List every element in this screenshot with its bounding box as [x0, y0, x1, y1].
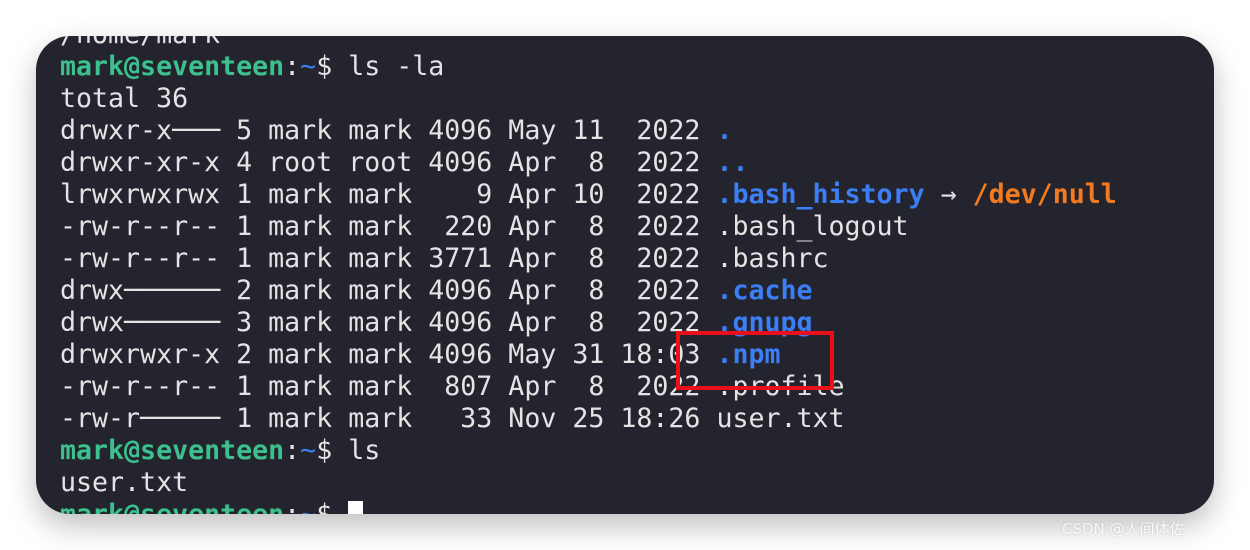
terminal-window[interactable]: /home/markmark@seventeen:~$ ls -latotal … — [36, 36, 1214, 514]
directory-name: .. — [716, 147, 749, 178]
terminal-text: user.txt — [60, 467, 189, 498]
watermark: CSDN @人间体佐 — [1062, 520, 1185, 538]
terminal-text: : — [284, 51, 301, 82]
directory-name: .cache — [716, 275, 813, 306]
terminal-output: /home/markmark@seventeen:~$ ls -latotal … — [60, 36, 1117, 514]
terminal-line: -rw-r───── 1 mark mark 33 Nov 25 18:26 u… — [60, 403, 1117, 435]
terminal-text: $ — [316, 499, 348, 514]
terminal-line: mark@seventeen:~$ ls — [60, 435, 1117, 467]
terminal-line: drwxr-x─── 5 mark mark 4096 May 11 2022 … — [60, 115, 1117, 147]
highlight-box — [676, 331, 834, 390]
directory-name: .bash_history — [716, 179, 925, 210]
terminal-line: lrwxrwxrwx 1 mark mark 9 Apr 10 2022 .ba… — [60, 179, 1117, 211]
terminal-text: ~ — [300, 435, 317, 466]
terminal-text: : — [284, 499, 300, 514]
terminal-line: drwx────── 2 mark mark 4096 Apr 8 2022 .… — [60, 275, 1117, 307]
terminal-text: drwx────── 2 mark mark 4096 Apr 8 2022 — [60, 275, 717, 306]
terminal-line: /home/mark — [60, 36, 1117, 51]
terminal-text: : — [284, 435, 301, 466]
terminal-text: -rw-r--r-- 1 mark mark 3771 Apr 8 2022 .… — [60, 243, 829, 274]
terminal-text: $ ls -la — [316, 51, 445, 82]
prompt-user-host: mark@seventeen — [60, 435, 285, 466]
terminal-text: drwx────── 3 mark mark 4096 Apr 8 2022 — [60, 307, 717, 338]
directory-name: . — [716, 115, 733, 146]
terminal-text: ~ — [300, 51, 317, 82]
terminal-text: total 36 — [60, 83, 189, 114]
terminal-text: $ ls — [316, 435, 381, 466]
terminal-line: drwxr-xr-x 4 root root 4096 Apr 8 2022 .… — [60, 147, 1117, 179]
terminal-text: drwxrwxr-x 2 mark mark 4096 May 31 18:03 — [60, 339, 717, 370]
terminal-line: user.txt — [60, 467, 1117, 499]
cursor — [348, 501, 364, 514]
terminal-line: -rw-r--r-- 1 mark mark 3771 Apr 8 2022 .… — [60, 243, 1117, 275]
terminal-text: drwxr-x─── 5 mark mark 4096 May 11 2022 — [60, 115, 717, 146]
terminal-text: drwxr-xr-x 4 root root 4096 Apr 8 2022 — [60, 147, 717, 178]
terminal-text: ~ — [300, 499, 316, 514]
prompt-user-host: mark@seventeen — [60, 51, 285, 82]
terminal-line: drwx────── 3 mark mark 4096 Apr 8 2022 .… — [60, 307, 1117, 339]
terminal-line: -rw-r--r-- 1 mark mark 220 Apr 8 2022 .b… — [60, 211, 1117, 243]
terminal-text: -rw-r───── 1 mark mark 33 Nov 25 18:26 u… — [60, 403, 845, 434]
symlink-target: /dev/null — [972, 179, 1117, 210]
terminal-text: /home/mark — [60, 36, 220, 50]
terminal-line: drwxrwxr-x 2 mark mark 4096 May 31 18:03… — [60, 339, 1117, 371]
terminal-text: lrwxrwxrwx 1 mark mark 9 Apr 10 2022 — [60, 179, 717, 210]
terminal-text: → — [924, 179, 973, 210]
prompt-user-host: mark@seventeen — [60, 499, 284, 514]
terminal-line: -rw-r--r-- 1 mark mark 807 Apr 8 2022 .p… — [60, 371, 1117, 403]
terminal-text: -rw-r--r-- 1 mark mark 220 Apr 8 2022 .b… — [60, 211, 909, 242]
terminal-line: total 36 — [60, 83, 1117, 115]
terminal-line: mark@seventeen:~$ — [60, 499, 1117, 514]
terminal-line: mark@seventeen:~$ ls -la — [60, 51, 1117, 83]
